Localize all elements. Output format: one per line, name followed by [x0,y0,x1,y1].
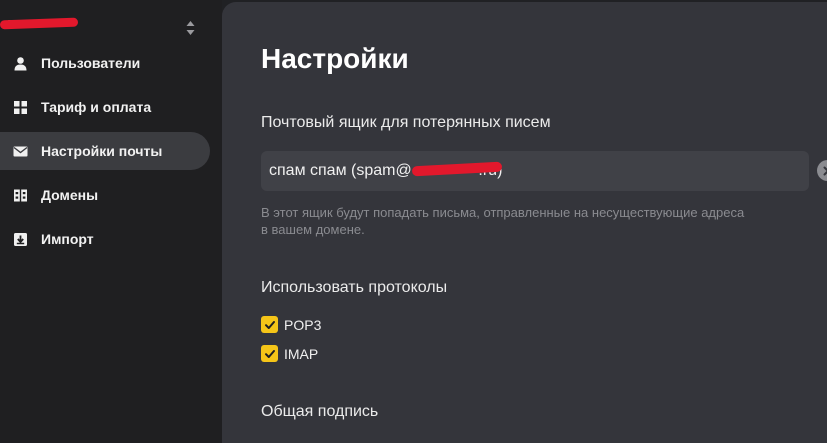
pop3-checkbox-row[interactable]: POP3 [261,316,321,333]
redaction-mark [0,17,79,30]
lost-mail-input[interactable] [261,151,809,191]
imap-checkbox[interactable] [261,345,278,362]
domains-icon [14,189,27,201]
app-window: .ru Пользователи [0,0,827,443]
sidebar-nav: Пользователи Тариф и оплата Настройки по… [0,44,210,264]
pop3-label: POP3 [284,316,322,333]
clear-button[interactable] [817,160,827,181]
sidebar-item-label: Настройки почты [41,143,163,159]
sidebar: .ru Пользователи [0,0,222,443]
checkmark-icon [264,349,275,358]
lost-mail-label: Почтовый ящик для потерянных писем [261,114,551,131]
lost-mail-hint: В этот ящик будут попадать письма, отпра… [261,204,821,238]
sidebar-item-mail-settings[interactable]: Настройки почты [0,132,210,170]
close-icon [823,166,827,175]
sidebar-item-billing[interactable]: Тариф и оплата [0,88,210,126]
sidebar-item-label: Импорт [41,231,94,247]
sidebar-item-users[interactable]: Пользователи [0,44,210,82]
checkmark-icon [264,320,275,329]
sidebar-item-import[interactable]: Импорт [0,220,210,258]
hint-line: в вашем домене. [261,222,365,237]
sidebar-item-label: Тариф и оплата [41,99,152,115]
protocols-label: Использовать протоколы [261,279,448,296]
envelope-icon [13,146,28,156]
signature-label: Общая подпись [261,403,379,420]
imap-checkbox-row[interactable]: IMAP [261,345,318,362]
imap-label: IMAP [284,345,319,362]
settings-panel: Настройки Почтовый ящик для потерянных п… [222,2,827,443]
page-title: Настройки [261,43,409,74]
sidebar-item-label: Пользователи [41,55,141,71]
user-icon [14,56,27,70]
pop3-checkbox[interactable] [261,316,278,333]
import-icon [14,232,27,246]
hint-line: В этот ящик будут попадать письма, отпра… [261,205,745,220]
updown-icon [186,21,195,35]
org-switcher[interactable]: .ru [0,6,210,36]
lost-mail-field[interactable] [261,151,827,191]
sidebar-item-label: Домены [41,187,99,203]
sidebar-item-domains[interactable]: Домены [0,176,210,214]
grid-icon [14,100,27,114]
